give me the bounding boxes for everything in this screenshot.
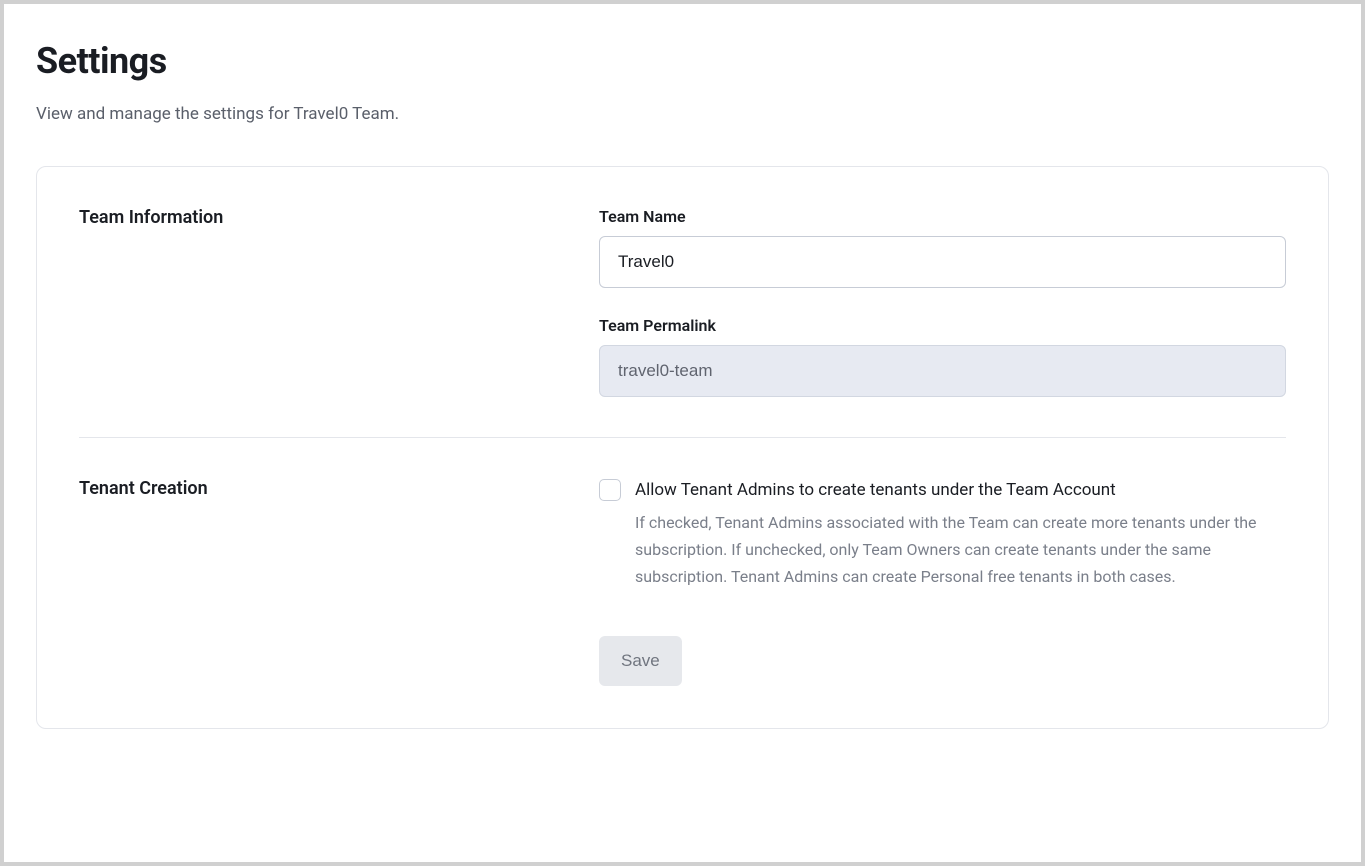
team-name-label: Team Name — [599, 207, 1286, 226]
section-heading-col: Team Information — [79, 207, 559, 397]
team-permalink-label: Team Permalink — [599, 316, 1286, 335]
allow-tenant-admins-row: Allow Tenant Admins to create tenants un… — [599, 478, 1286, 590]
page-title: Settings — [36, 40, 1329, 82]
page-subtitle: View and manage the settings for Travel0… — [36, 104, 1329, 124]
settings-page: Settings View and manage the settings fo… — [4, 4, 1361, 862]
team-permalink-input — [599, 345, 1286, 397]
allow-tenant-admins-checkbox[interactable] — [599, 479, 621, 501]
settings-card: Team Information Team Name Team Permalin… — [36, 166, 1329, 729]
tenant-creation-heading: Tenant Creation — [79, 478, 559, 499]
team-information-heading: Team Information — [79, 207, 559, 228]
form-actions: Save — [599, 636, 1286, 686]
allow-tenant-admins-text: Allow Tenant Admins to create tenants un… — [635, 478, 1286, 590]
allow-tenant-admins-label[interactable]: Allow Tenant Admins to create tenants un… — [635, 478, 1286, 503]
section-content-col: Allow Tenant Admins to create tenants un… — [599, 478, 1286, 686]
allow-tenant-admins-description: If checked, Tenant Admins associated wit… — [635, 509, 1286, 591]
team-name-input[interactable] — [599, 236, 1286, 288]
section-heading-col: Tenant Creation — [79, 478, 559, 686]
team-permalink-field: Team Permalink — [599, 316, 1286, 397]
team-information-section: Team Information Team Name Team Permalin… — [79, 207, 1286, 397]
section-content-col: Team Name Team Permalink — [599, 207, 1286, 397]
save-button[interactable]: Save — [599, 636, 682, 686]
team-name-field: Team Name — [599, 207, 1286, 288]
tenant-creation-section: Tenant Creation Allow Tenant Admins to c… — [79, 437, 1286, 686]
